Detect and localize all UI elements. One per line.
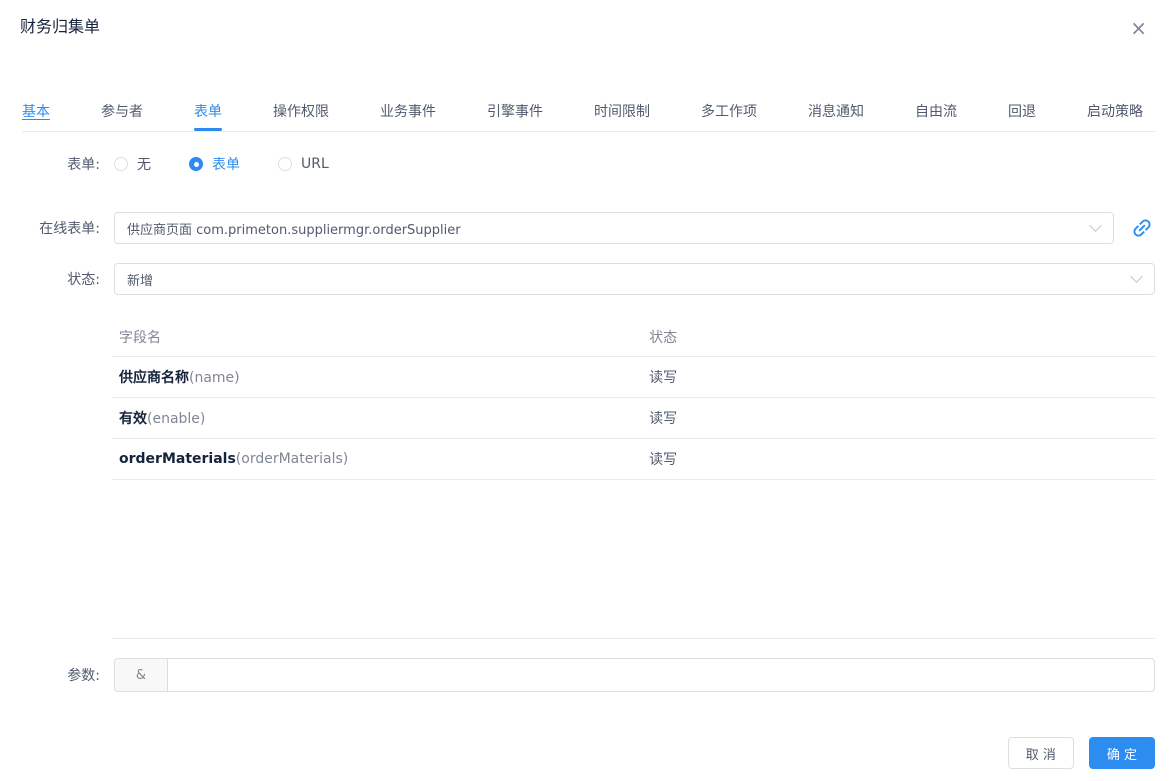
- modal-footer: 取 消 确 定: [0, 737, 1155, 769]
- field-status-cell: 读写: [649, 370, 678, 386]
- tab-item[interactable]: 操作权限: [273, 105, 329, 119]
- tab-item[interactable]: 表单: [194, 105, 222, 131]
- tab-item[interactable]: 引擎事件: [487, 105, 543, 119]
- field-status-cell: 读写: [649, 411, 678, 427]
- close-icon[interactable]: ×: [1124, 16, 1153, 40]
- modal-header: 财务归集单 ×: [0, 0, 1171, 40]
- field-status-cell: 读写: [649, 452, 678, 468]
- radio-option[interactable]: 表单: [189, 154, 240, 174]
- status-value: 新增: [127, 273, 154, 289]
- table-row: 有效(enable) 读写: [112, 398, 1155, 439]
- tab-item[interactable]: 回退: [1008, 105, 1036, 119]
- cancel-button[interactable]: 取 消: [1007, 737, 1074, 769]
- online-form-value: 供应商页面 com.primeton.suppliermgr.orderSupp…: [127, 222, 461, 238]
- field-name-cell: orderMaterials(orderMaterials): [119, 451, 349, 467]
- params-input[interactable]: [167, 658, 1155, 692]
- form-type-row: 表单: 无 表单 URL: [0, 154, 1155, 174]
- field-name-cell: 供应商名称(name): [119, 370, 240, 386]
- form-type-radio-group: 无 表单 URL: [114, 154, 1155, 174]
- confirm-button[interactable]: 确 定: [1088, 737, 1155, 769]
- table-row: orderMaterials(orderMaterials) 读写: [112, 439, 1155, 480]
- online-form-row: 在线表单: 供应商页面 com.primeton.suppliermgr.ord…: [0, 212, 1155, 244]
- tab-item[interactable]: 自由流: [915, 105, 957, 119]
- table-row: 供应商名称(name) 读写: [112, 357, 1155, 398]
- page-title: 财务归集单: [20, 17, 101, 36]
- tab-item[interactable]: 消息通知: [808, 105, 864, 119]
- radio-label: 表单: [212, 157, 240, 173]
- status-row: 状态: 新增: [0, 263, 1155, 295]
- tab-bar: 基本 参与者 表单 操作权限 业务事件 引擎事件 时间限制 多工作项 消息通知 自由流 回退 启动策略: [22, 105, 1155, 132]
- chevron-down-icon: [1130, 270, 1143, 283]
- radio-label: 无: [137, 157, 151, 173]
- tab-item[interactable]: 参与者: [101, 105, 143, 119]
- params-prefix-addon: &: [114, 658, 167, 692]
- tab-item[interactable]: 业务事件: [380, 105, 436, 119]
- radio-label: URL: [301, 156, 329, 172]
- tab-item[interactable]: 多工作项: [701, 105, 757, 119]
- params-input-group: &: [114, 658, 1155, 692]
- table-header-row: 字段名 状态: [112, 317, 1155, 357]
- radio-icon: [189, 157, 203, 171]
- radio-option[interactable]: 无: [114, 154, 151, 174]
- chevron-down-icon: [1089, 219, 1102, 232]
- tab-item[interactable]: 启动策略: [1087, 105, 1143, 119]
- column-header-status: 状态: [649, 329, 678, 346]
- status-label: 状态:: [67, 272, 100, 288]
- column-header-field: 字段名: [119, 329, 161, 346]
- tab-item[interactable]: 时间限制: [594, 105, 650, 119]
- online-form-select[interactable]: 供应商页面 com.primeton.suppliermgr.orderSupp…: [114, 212, 1114, 244]
- fields-table: 字段名 状态 供应商名称(name) 读写 有效(enable) 读写 orderMat…: [112, 317, 1155, 639]
- status-select[interactable]: 新增: [114, 263, 1155, 295]
- online-form-label: 在线表单:: [39, 221, 100, 237]
- radio-icon: [278, 157, 292, 171]
- field-name-cell: 有效(enable): [119, 411, 206, 427]
- tab-item[interactable]: 基本: [22, 105, 50, 119]
- params-row: 参数: &: [0, 658, 1155, 692]
- link-icon[interactable]: [1129, 215, 1155, 241]
- form-type-label: 表单:: [67, 157, 100, 173]
- params-label: 参数:: [67, 668, 100, 684]
- radio-option[interactable]: URL: [278, 156, 329, 172]
- radio-icon: [114, 157, 128, 171]
